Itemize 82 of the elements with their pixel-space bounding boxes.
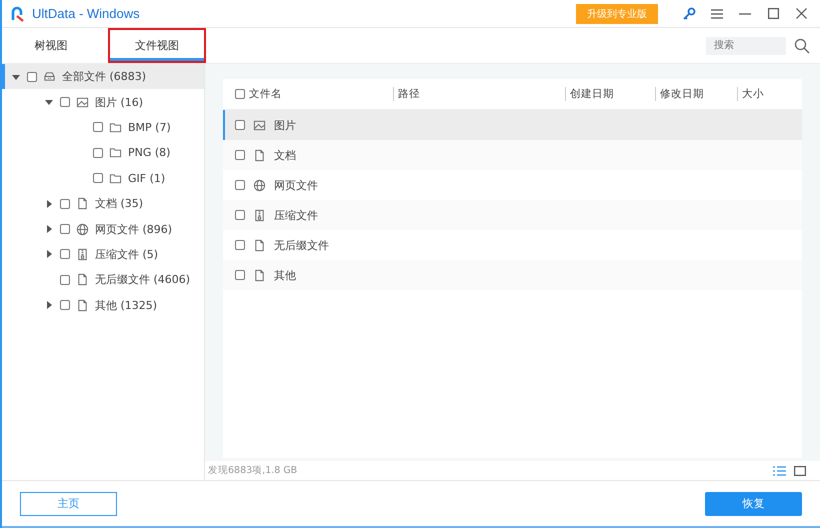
grid-view-icon[interactable] bbox=[794, 466, 806, 476]
table-row[interactable]: 压缩文件 bbox=[223, 200, 802, 230]
status-text: 发现6883项,1.8 GB bbox=[208, 464, 298, 477]
search-icon[interactable] bbox=[794, 38, 810, 54]
caret-right-icon[interactable] bbox=[44, 198, 54, 209]
tree-item-label: 文档 (35) bbox=[95, 196, 144, 212]
tree-item[interactable]: 文档 (35) bbox=[2, 190, 204, 216]
document-icon bbox=[76, 197, 89, 210]
column-header: 创建日期 bbox=[570, 87, 614, 101]
folder-icon bbox=[109, 120, 122, 134]
document-icon bbox=[253, 268, 266, 282]
folder-icon bbox=[109, 146, 122, 160]
tree-item-label: 全部文件 (6883) bbox=[62, 69, 146, 84]
drive-icon bbox=[43, 70, 56, 84]
caret-right-icon[interactable] bbox=[44, 249, 54, 260]
tree-item-label: 网页文件 (896) bbox=[95, 222, 172, 237]
checkbox[interactable] bbox=[27, 72, 37, 82]
checkbox[interactable] bbox=[60, 249, 70, 260]
tree-item[interactable]: 全部文件 (6883) bbox=[2, 64, 204, 90]
file-name: 其他 bbox=[274, 268, 296, 282]
tree-item[interactable]: 其他 (1325) bbox=[2, 292, 204, 318]
checkbox[interactable] bbox=[235, 210, 245, 220]
file-name: 图片 bbox=[274, 118, 296, 132]
checkbox[interactable] bbox=[93, 173, 103, 184]
checkbox[interactable] bbox=[235, 120, 245, 130]
tree-item[interactable]: 无后缀文件 (4606) bbox=[2, 267, 204, 293]
tree-item-label: 其他 (1325) bbox=[95, 298, 158, 313]
tree-item[interactable]: 图片 (16) bbox=[2, 89, 204, 115]
checkbox[interactable] bbox=[60, 300, 70, 310]
document-icon bbox=[253, 238, 266, 252]
tab[interactable]: 树视图 bbox=[2, 28, 100, 63]
checkbox[interactable] bbox=[235, 150, 245, 160]
folder-icon bbox=[109, 172, 122, 185]
tree-item-label: PNG (8) bbox=[128, 146, 170, 160]
column-header: 修改日期 bbox=[660, 87, 704, 101]
caret-down-icon[interactable] bbox=[44, 97, 54, 108]
window-title: UltData - Windows bbox=[32, 6, 140, 21]
file-name: 文档 bbox=[274, 148, 296, 162]
file-name: 网页文件 bbox=[274, 178, 318, 192]
tree-item[interactable]: PNG (8) bbox=[2, 140, 204, 166]
image-icon bbox=[76, 96, 89, 109]
file-name: 压缩文件 bbox=[274, 208, 318, 222]
checkbox[interactable] bbox=[235, 240, 245, 250]
tree-item[interactable]: GIF (1) bbox=[2, 166, 204, 191]
caret-right-icon[interactable] bbox=[44, 224, 54, 234]
checkbox[interactable] bbox=[60, 198, 70, 209]
checkbox[interactable] bbox=[235, 270, 245, 280]
table-row[interactable]: 文档 bbox=[223, 140, 802, 170]
checkbox[interactable] bbox=[60, 97, 70, 108]
checkbox[interactable] bbox=[93, 148, 103, 158]
tab[interactable]: 文件视图 bbox=[108, 28, 206, 63]
globe-icon bbox=[76, 222, 89, 236]
document-icon bbox=[76, 273, 89, 286]
logo-icon bbox=[10, 6, 26, 22]
search-field[interactable]: 搜索 bbox=[706, 36, 786, 54]
checkbox[interactable] bbox=[93, 122, 103, 132]
table-row[interactable]: 其他 bbox=[223, 260, 802, 290]
tree-item-label: BMP (7) bbox=[128, 120, 171, 134]
tree-item[interactable]: 压缩文件 (5) bbox=[2, 242, 204, 268]
caret-right-icon[interactable] bbox=[44, 300, 54, 310]
column-header: 大小 bbox=[742, 87, 764, 101]
tree-item[interactable]: 网页文件 (896) bbox=[2, 216, 204, 242]
column-header: 路径 bbox=[398, 87, 420, 101]
tree-item-label: 压缩文件 (5) bbox=[95, 246, 158, 262]
checkbox[interactable] bbox=[60, 274, 70, 285]
archive-icon bbox=[76, 248, 89, 261]
tree-item-label: 无后缀文件 (4606) bbox=[95, 272, 190, 288]
list-view-icon[interactable] bbox=[773, 466, 786, 476]
document-icon bbox=[76, 298, 89, 312]
archive-icon bbox=[253, 208, 266, 222]
file-name: 无后缀文件 bbox=[274, 238, 329, 252]
tree-item-label: GIF (1) bbox=[128, 172, 166, 185]
image-icon bbox=[253, 118, 266, 132]
column-header: 文件名 bbox=[249, 87, 282, 101]
table-row[interactable]: 图片 bbox=[223, 110, 802, 140]
checkbox[interactable] bbox=[60, 224, 70, 234]
tree-item-label: 图片 (16) bbox=[95, 94, 144, 110]
document-icon bbox=[253, 148, 266, 162]
globe-icon bbox=[253, 178, 266, 192]
checkbox[interactable] bbox=[235, 89, 245, 99]
checkbox[interactable] bbox=[235, 180, 245, 190]
tree-item[interactable]: BMP (7) bbox=[2, 114, 204, 140]
